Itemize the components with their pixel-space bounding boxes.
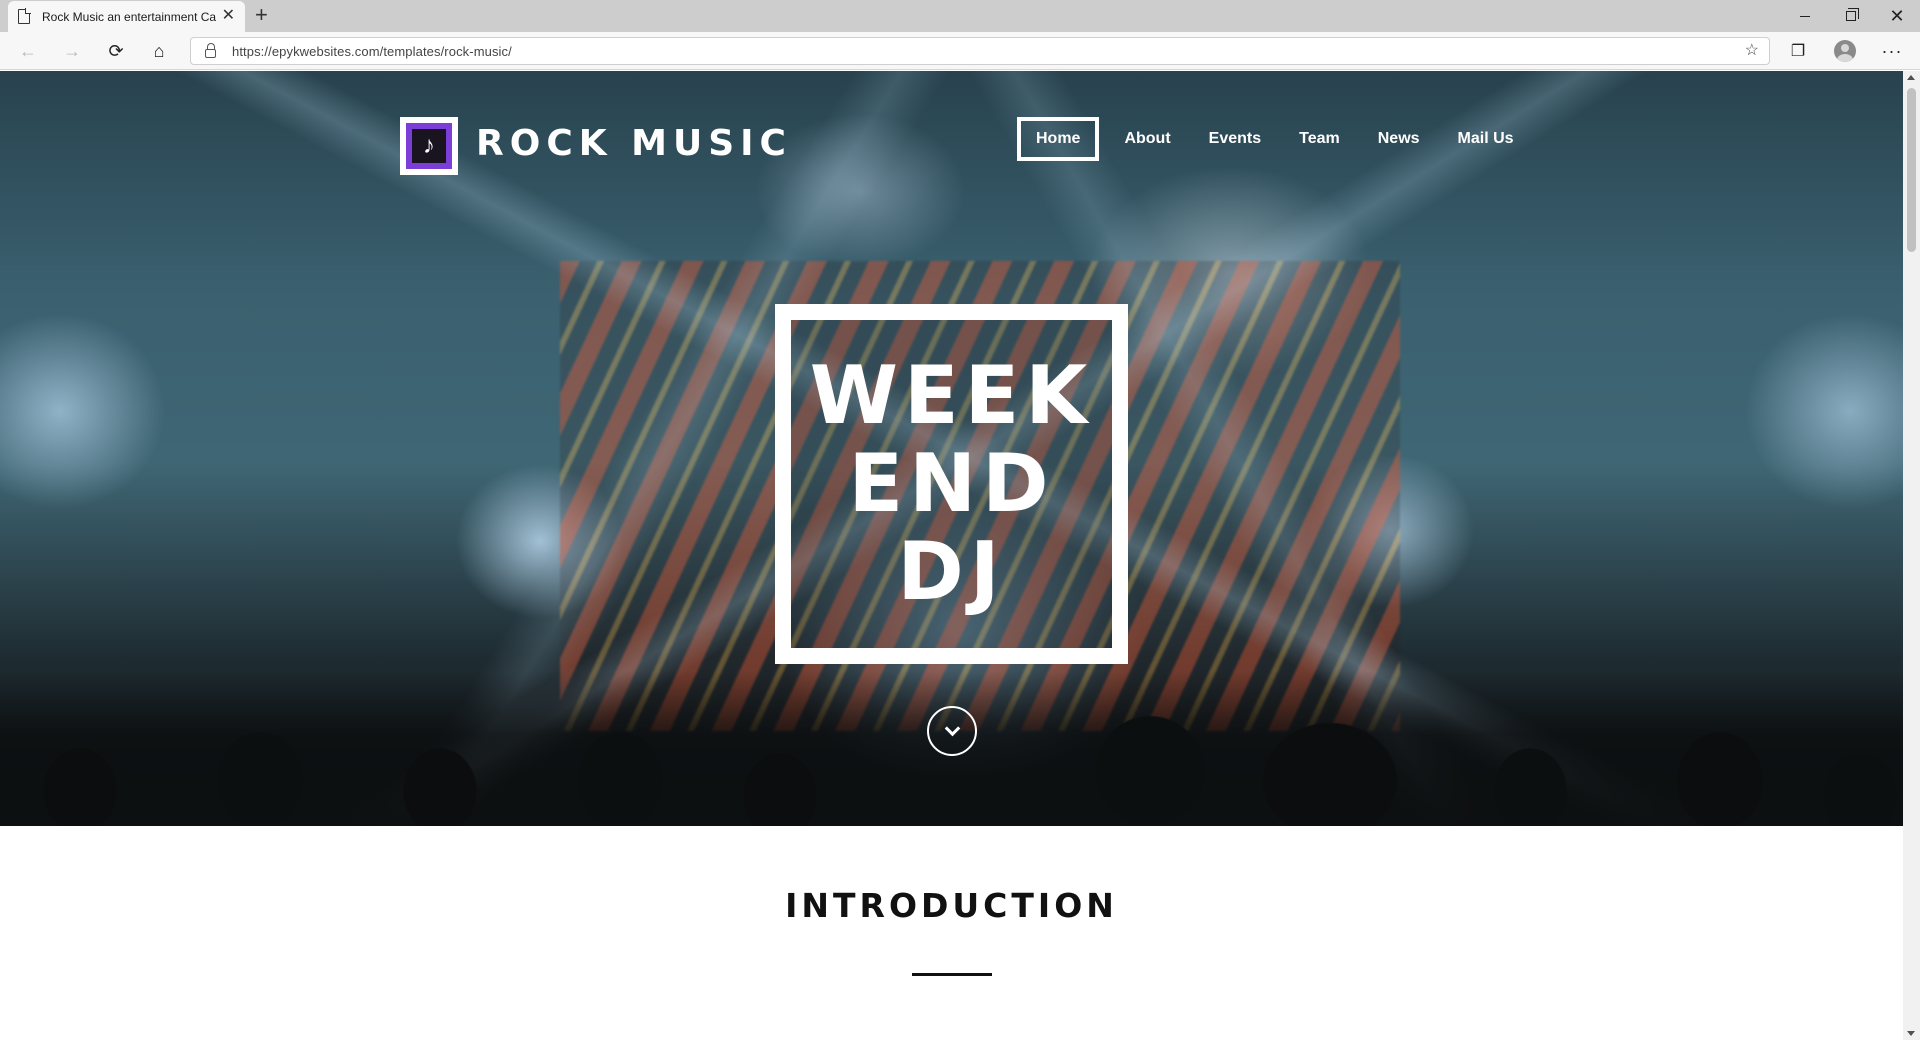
nav-home[interactable]: Home	[1017, 117, 1100, 161]
browser-toolbar: ← → ⟳ ⌂ https://epykwebsites.com/templat…	[0, 32, 1920, 70]
close-tab-icon[interactable]: ✕	[222, 8, 235, 24]
music-note-icon: ♪	[412, 129, 446, 163]
site-logo-text[interactable]: ROCK MUSIC	[476, 123, 792, 164]
scroll-up-arrow-icon[interactable]	[1907, 75, 1915, 80]
settings-menu-button[interactable]: ···	[1876, 35, 1908, 67]
restore-button[interactable]	[1828, 0, 1874, 32]
nav-news[interactable]: News	[1359, 117, 1439, 161]
nav-mail-us[interactable]: Mail Us	[1439, 117, 1533, 161]
tab-strip: Rock Music an entertainment Ca ✕ + ✕	[0, 0, 1920, 32]
reload-button[interactable]: ⟳	[100, 35, 132, 67]
hero-line-week: WEEK	[809, 349, 1094, 442]
minimize-icon	[1800, 15, 1810, 17]
hero-line-dj: DJ	[897, 525, 1006, 618]
profile-button[interactable]	[1829, 35, 1861, 67]
logo-icon[interactable]: ♪	[400, 117, 458, 175]
browser-tab[interactable]: Rock Music an entertainment Ca ✕	[8, 1, 245, 32]
window-close-button[interactable]: ✕	[1874, 0, 1920, 32]
scroll-down-button[interactable]	[927, 706, 977, 756]
minimize-button[interactable]	[1782, 0, 1828, 32]
heading-divider	[912, 973, 992, 976]
url-text[interactable]: https://epykwebsites.com/templates/rock-…	[232, 44, 512, 59]
hero-title-box: WEEK END DJ	[775, 304, 1128, 664]
lock-icon[interactable]	[205, 42, 216, 58]
scrollbar-thumb[interactable]	[1907, 88, 1916, 252]
site-header: ♪ ROCK MUSIC Home About Events Team News…	[400, 117, 1514, 177]
page-viewport: ♪ ROCK MUSIC Home About Events Team News…	[0, 71, 1903, 1040]
nav-about[interactable]: About	[1105, 117, 1189, 161]
nav-team[interactable]: Team	[1280, 117, 1359, 161]
forward-button[interactable]: →	[56, 35, 88, 67]
hero-section: ♪ ROCK MUSIC Home About Events Team News…	[0, 71, 1903, 826]
back-button[interactable]: ←	[12, 35, 44, 67]
add-favorite-icon[interactable]: ☆	[1745, 43, 1759, 59]
introduction-heading: INTRODUCTION	[785, 886, 1118, 925]
restore-icon	[1846, 8, 1859, 21]
address-bar[interactable]: https://epykwebsites.com/templates/rock-…	[190, 37, 1770, 65]
nav-events[interactable]: Events	[1190, 117, 1280, 161]
home-button[interactable]: ⌂	[143, 35, 175, 67]
profile-avatar-icon	[1834, 40, 1856, 62]
page-icon	[18, 8, 31, 24]
main-nav: Home About Events Team News Mail Us	[1017, 117, 1533, 161]
scroll-down-arrow-icon[interactable]	[1907, 1031, 1915, 1036]
page-scrollbar[interactable]	[1903, 71, 1920, 1040]
collections-button[interactable]: ❐	[1782, 35, 1814, 67]
hero-line-end: END	[848, 437, 1055, 530]
chevron-down-icon	[944, 720, 960, 737]
new-tab-button[interactable]: +	[255, 4, 268, 26]
tab-title: Rock Music an entertainment Ca	[42, 9, 216, 24]
